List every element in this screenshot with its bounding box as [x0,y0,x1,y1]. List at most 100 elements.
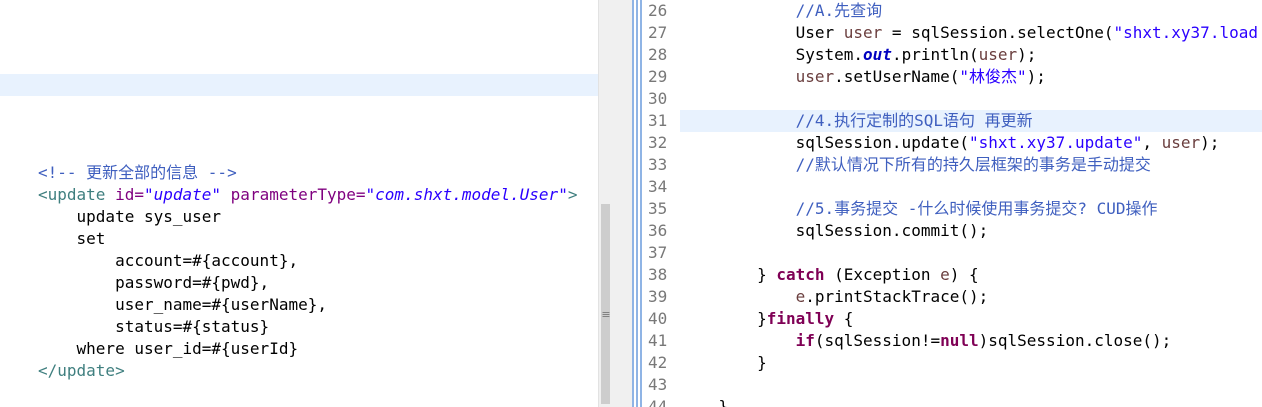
xml-editor-pane[interactable]: <!-- 更新全部的信息 --> <update id="update" para… [0,0,598,407]
java-code-line[interactable]: if(sqlSession!=null)sqlSession.close(); [680,330,1258,352]
xml-code-line[interactable]: status=#{status} [38,316,577,338]
code-token: , [1142,133,1162,152]
code-token: if [795,331,815,350]
java-code-line[interactable]: //A.先查询 [680,0,1258,22]
code-token: .println( [891,45,979,64]
code-token: <update [38,185,116,204]
xml-code-line[interactable]: <!-- 更新全部的信息 --> [38,162,577,184]
java-code-line[interactable]: user.setUserName("林俊杰"); [680,66,1258,88]
code-token: user [843,23,883,42]
code-token: //4.执行定制的SQL语句 再更新 [680,111,1033,130]
code-token: finally [766,309,835,328]
xml-code-line[interactable]: account=#{account}, [38,250,577,272]
xml-code-area[interactable]: <!-- 更新全部的信息 --> <update id="update" para… [38,162,577,382]
code-token: ) { [949,265,979,284]
code-token: user_name=#{userName}, [38,295,327,314]
xml-code-line[interactable]: password=#{pwd}, [38,272,577,294]
code-token: System. [680,45,864,64]
code-token: user [1161,133,1201,152]
line-number: 43 [648,375,668,394]
xml-code-line[interactable]: update sys_user [38,206,577,228]
code-token: null [940,331,979,350]
java-code-line[interactable]: } [680,352,1258,374]
line-number: 44 [648,397,668,407]
scrollbar-grip-icon: ≡ [601,308,611,321]
code-token: user [795,67,835,86]
scrollbar-thumb[interactable] [601,204,610,404]
overview-ruler[interactable] [632,0,644,407]
code-token: ); [1200,133,1220,152]
java-code-line[interactable]: sqlSession.commit(); [680,220,1258,242]
code-token: sqlSession.commit(); [680,221,989,240]
code-token: e [795,287,806,306]
line-number: 28 [648,45,668,64]
code-token: //默认情况下所有的持久层框架的事务是手动提交 [680,155,1151,174]
java-editor-pane[interactable]: 26 27 28 29 30 31 32 33 34 35 36 37 38 39 40 41 42 43 44 /… [644,0,1262,407]
line-number-gutter: 26 27 28 29 30 31 32 33 34 35 36 37 38 39 40 41 42 43 44 [644,0,680,407]
code-token: "林俊杰" [959,67,1027,86]
java-code-line[interactable]: } catch (Exception e) { [680,264,1258,286]
xml-code-line[interactable]: <update id="update" parameterType="com.s… [38,184,577,206]
java-code-line[interactable] [680,242,1258,264]
java-code-line[interactable]: //4.执行定制的SQL语句 再更新 [680,110,1258,132]
xml-code-line[interactable]: where user_id=#{userId} [38,338,577,360]
editor-split-divider[interactable] [613,0,632,407]
line-number: 38 [648,265,668,284]
code-token: "shxt.xy37.update" [968,133,1143,152]
code-token: catch [776,265,825,284]
code-token: { [834,309,854,328]
code-token: "com.shxt.model.User" [365,185,568,204]
code-token: User [680,23,844,42]
line-number: 35 [648,199,668,218]
line-number: 33 [648,155,668,174]
code-token: = sqlSession.selectOne( [882,23,1114,42]
line-number: 41 [648,331,668,350]
line-number: 36 [648,221,668,240]
code-token: parameterType= [230,185,366,204]
code-token: } [680,397,729,407]
java-code-line[interactable] [680,374,1258,396]
java-code-line[interactable]: User user = sqlSession.selectOne("shxt.x… [680,22,1258,44]
code-token: //A.先查询 [680,1,883,20]
code-token: )sqlSession.close(); [978,331,1172,350]
current-line-highlight [0,74,598,96]
line-number: 31 [648,111,668,130]
code-token: .printStackTrace(); [805,287,989,306]
line-number: 42 [648,353,668,372]
java-code-line[interactable]: } [680,396,1258,407]
code-token: "update" [143,185,222,204]
java-code-line[interactable]: System.out.println(user); [680,44,1258,66]
xml-editor-vertical-scrollbar[interactable]: ≡ [598,0,613,407]
java-code-line[interactable]: }finally { [680,308,1258,330]
java-code-line[interactable]: //默认情况下所有的持久层框架的事务是手动提交 [680,154,1258,176]
xml-code-line[interactable]: set [38,228,577,250]
java-code-line[interactable] [680,88,1258,110]
xml-code-line[interactable]: </update> [38,360,577,382]
line-number: 37 [648,243,668,262]
java-code-line[interactable]: //5.事务提交 -什么时候使用事务提交? CUD操作 [680,198,1258,220]
java-code-line[interactable] [680,176,1258,198]
code-token: <!-- 更新全部的信息 --> [38,163,237,182]
code-token: (Exception [824,265,941,284]
code-token: } [680,353,767,372]
code-token: where user_id=#{userId} [38,339,299,358]
code-token: set [38,229,106,248]
line-number: 40 [648,309,668,328]
code-token: user [978,45,1018,64]
code-token: > [567,185,578,204]
code-token: ); [1026,67,1046,86]
line-number: 39 [648,287,668,306]
code-token: out [863,45,892,64]
code-token: account=#{account}, [38,251,299,270]
java-code-line[interactable]: sqlSession.update("shxt.xy37.update", us… [680,132,1258,154]
code-token: status=#{status} [38,317,270,336]
code-token: update sys_user [38,207,222,226]
xml-code-line[interactable]: user_name=#{userName}, [38,294,577,316]
line-number: 26 [648,1,668,20]
java-code-line[interactable]: e.printStackTrace(); [680,286,1258,308]
code-token: password=#{pwd}, [38,273,270,292]
java-code-area[interactable]: //A.先查询 User user = sqlSession.selectOne… [680,0,1258,407]
code-token: } [680,309,767,328]
